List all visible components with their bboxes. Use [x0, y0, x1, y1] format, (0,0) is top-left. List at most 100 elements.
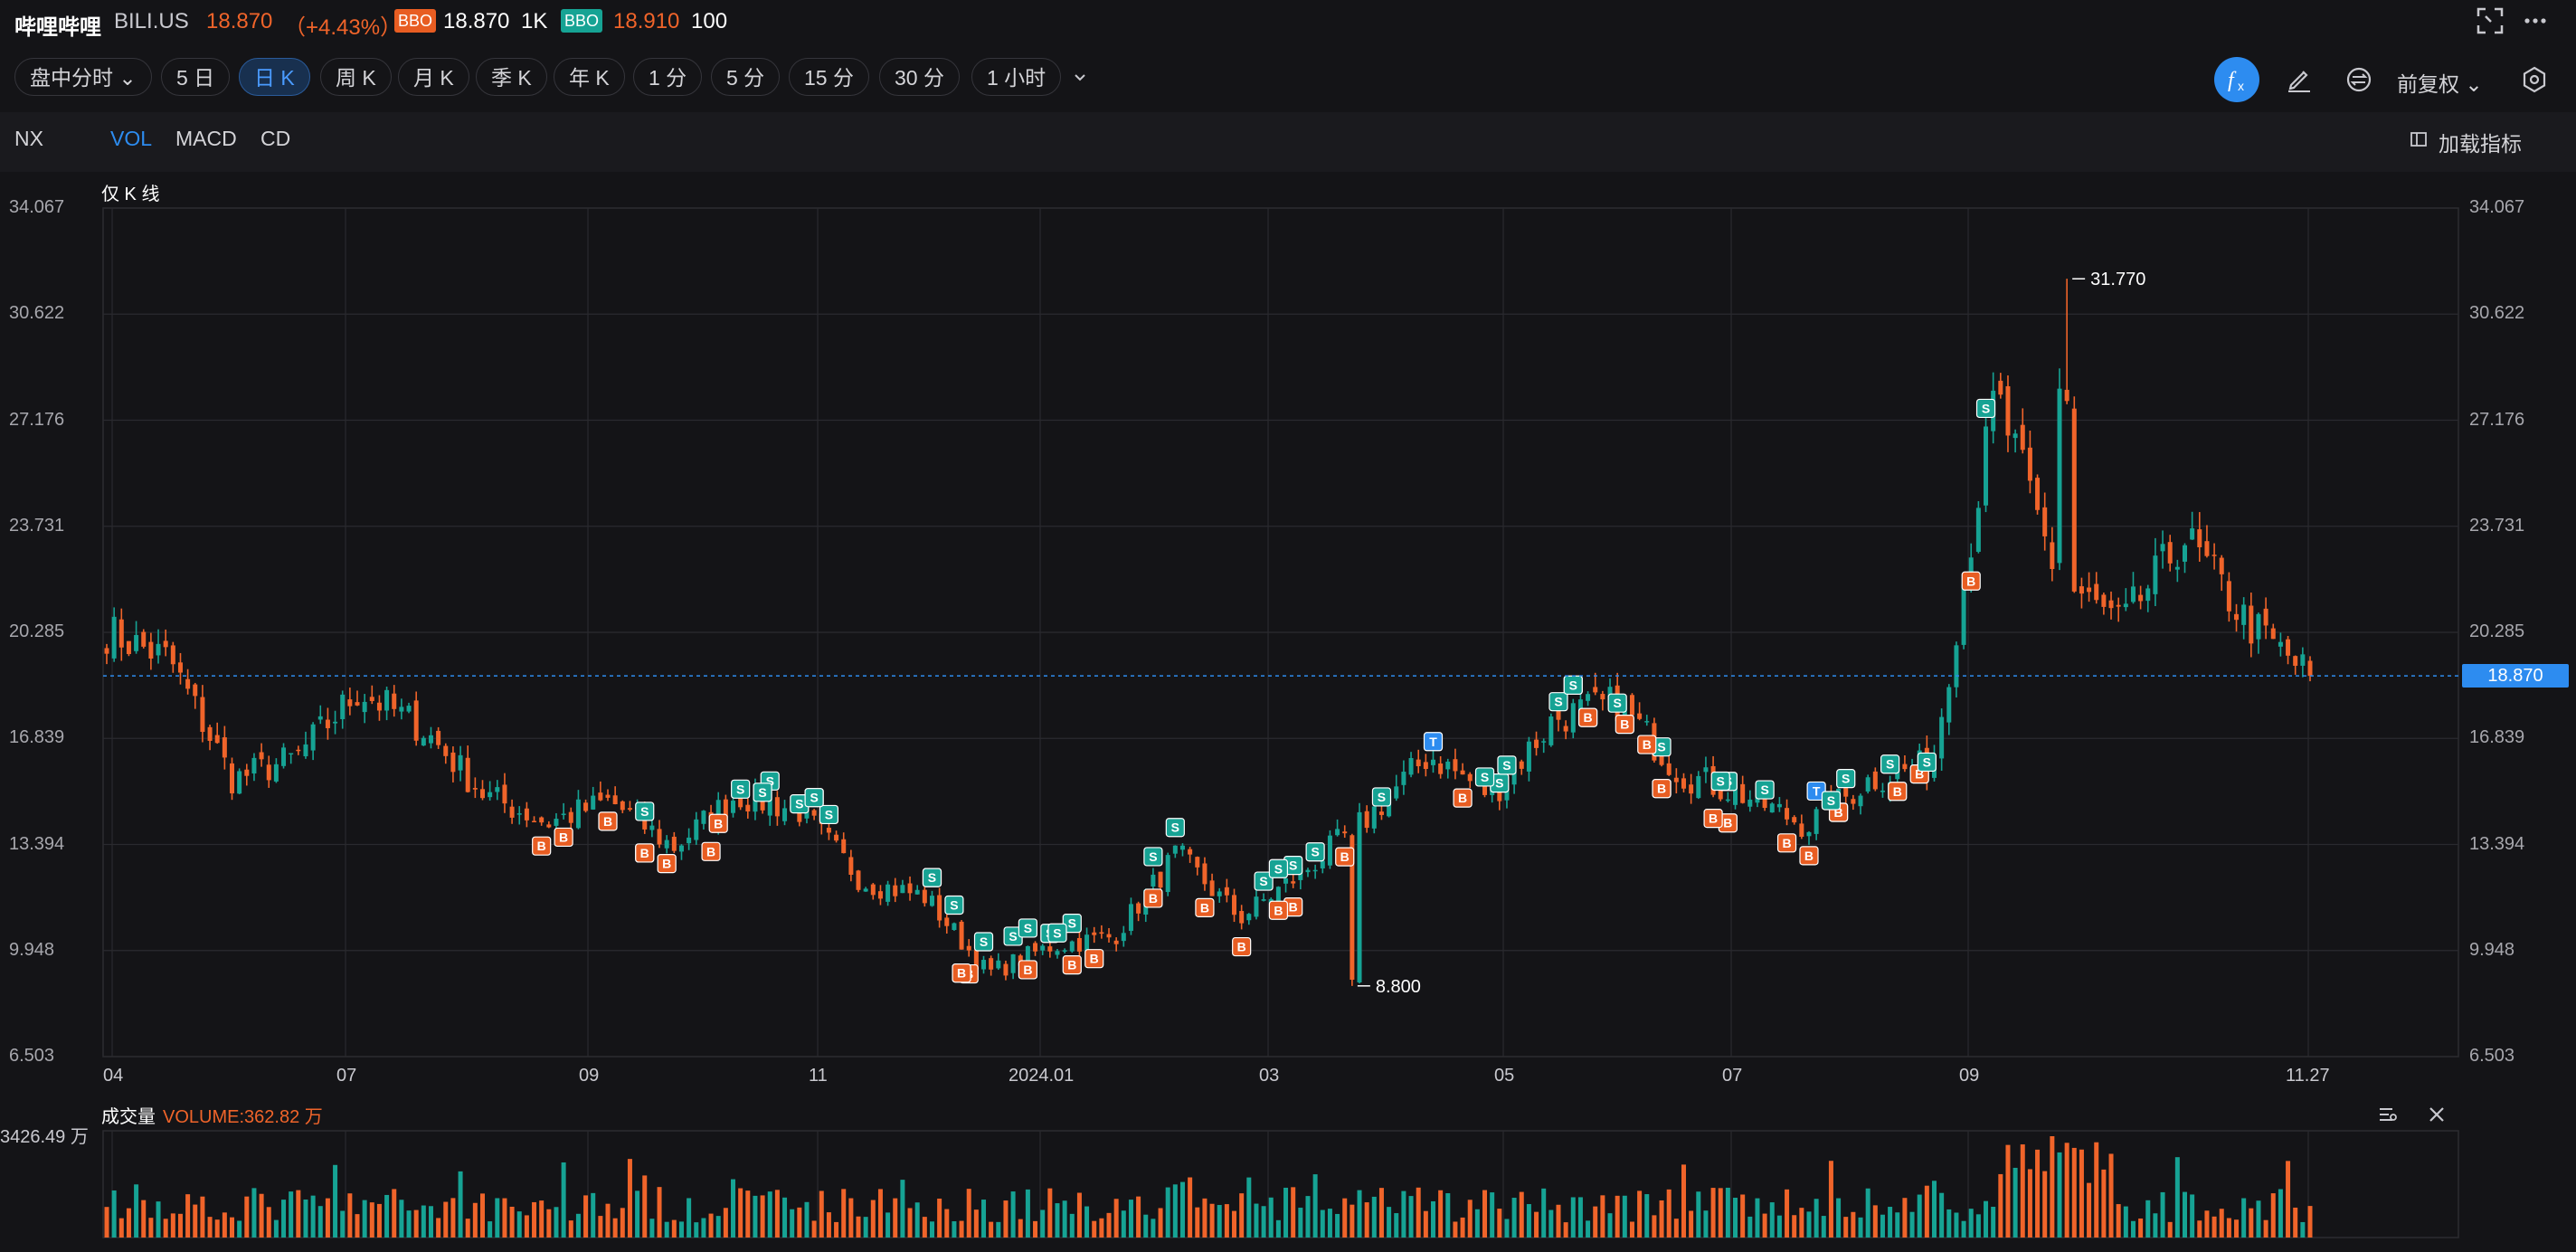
volume-bar: [399, 1200, 404, 1238]
candle-body: [421, 737, 426, 746]
volume-bar: [1312, 1174, 1318, 1238]
volume-bar: [2153, 1213, 2158, 1238]
candle-body: [1246, 914, 1252, 921]
candle-body: [2211, 555, 2217, 556]
candle-body: [310, 724, 316, 751]
svg-text:B: B: [1782, 836, 1791, 850]
volume-bar: [797, 1207, 802, 1238]
trade-marker-s: S: [1548, 692, 1568, 712]
trade-marker-b: B: [1637, 735, 1657, 754]
volume-bar: [745, 1190, 751, 1238]
volume-bar: [1998, 1173, 2003, 1238]
volume-bar: [1946, 1209, 1952, 1238]
volume-bar: [1814, 1199, 1819, 1238]
volume-bar: [502, 1198, 507, 1238]
candle-body: [384, 689, 390, 711]
candle-body: [2020, 424, 2025, 451]
price-tick-left: 20.285: [9, 621, 65, 641]
volume-bar: [104, 1207, 109, 1238]
svg-text:B: B: [1657, 782, 1666, 796]
svg-text:S: S: [1554, 695, 1562, 709]
candle-body: [126, 640, 131, 655]
volume-bar: [952, 1221, 957, 1238]
close-icon[interactable]: [2426, 1104, 2448, 1125]
volume-bar: [1733, 1198, 1738, 1238]
volume-bar: [1224, 1204, 1229, 1238]
date-tick: 03: [1259, 1066, 1280, 1086]
candle-body: [1357, 811, 1362, 983]
trade-marker-b: B: [1195, 897, 1215, 917]
candle-body: [1364, 811, 1369, 829]
candle-body: [1172, 845, 1178, 854]
volume-bar: [2234, 1219, 2240, 1238]
trade-marker-b: B: [1062, 955, 1082, 975]
candle-body: [1954, 645, 1959, 688]
volume-bar: [1378, 1188, 1384, 1238]
candle-body: [399, 707, 404, 712]
date-tick: 2024.01: [1009, 1066, 1075, 1086]
volume-bar: [2012, 1167, 2018, 1238]
candle-body: [281, 747, 287, 766]
volume-bar: [715, 1216, 721, 1238]
candle-body: [1880, 790, 1885, 792]
volume-bar: [1534, 1211, 1539, 1238]
volume-bar: [1586, 1220, 1591, 1238]
volume-bar: [1799, 1208, 1804, 1238]
volume-settings-icon[interactable]: [2377, 1104, 2399, 1125]
candle-body: [2249, 605, 2254, 644]
volume-bar: [1320, 1209, 1325, 1238]
volume-bar: [1172, 1184, 1178, 1238]
candle-body: [443, 745, 449, 756]
volume-bar: [1445, 1193, 1451, 1238]
volume-bar: [1556, 1204, 1561, 1238]
candle-body: [376, 702, 382, 711]
candle-body: [2064, 389, 2069, 402]
candle-body: [1740, 783, 1746, 803]
volume-bar: [1387, 1207, 1392, 1238]
candle-body: [1033, 943, 1038, 952]
candle-body: [2293, 656, 2298, 666]
volume-bar: [1931, 1181, 1937, 1238]
trade-marker-s: S: [753, 782, 772, 802]
volume-bar: [2219, 1209, 2224, 1238]
candle-body: [1865, 777, 1870, 792]
candle-body: [687, 837, 692, 844]
candle-body: [1792, 817, 1797, 823]
volume-bar: [2197, 1220, 2202, 1238]
candlestick-chart[interactable]: SBBSSSSBBSSBSSSBSSBSSSSTSSBSSBSSSSBSBBBB…: [0, 0, 2576, 1252]
candle-body: [1188, 849, 1193, 855]
candle-body: [1371, 806, 1377, 829]
volume-bar: [1673, 1219, 1679, 1238]
price-tick-right: 20.285: [2469, 621, 2525, 641]
volume-bar: [1511, 1198, 1517, 1238]
volume-bar: [428, 1206, 433, 1238]
candle-body: [1076, 937, 1082, 952]
volume-bar: [2094, 1142, 2099, 1238]
candle-body: [303, 744, 308, 757]
volume-bar: [1010, 1191, 1016, 1238]
candle-body: [259, 752, 264, 760]
svg-text:B: B: [1340, 849, 1350, 864]
volume-title: 成交量: [101, 1107, 156, 1127]
svg-text:B: B: [1723, 816, 1732, 830]
volume-bar: [678, 1221, 684, 1238]
volume-bar: [1357, 1190, 1362, 1238]
candle-body: [2153, 555, 2158, 594]
candle-body: [1378, 811, 1384, 815]
candle-body: [2174, 566, 2180, 570]
trade-marker-s: S: [1497, 755, 1517, 775]
volume-bar: [708, 1213, 714, 1238]
volume-bar: [259, 1193, 264, 1238]
volume-bar: [2293, 1207, 2298, 1238]
price-tick-left: 30.622: [9, 303, 65, 324]
volume-bar: [2027, 1169, 2032, 1238]
volume-bar: [450, 1198, 456, 1238]
volume-bar: [591, 1192, 596, 1238]
candle-body: [163, 640, 168, 648]
volume-bar: [1593, 1206, 1598, 1238]
svg-text:B: B: [957, 966, 966, 981]
volume-bar: [465, 1219, 470, 1238]
candle-body: [244, 769, 250, 776]
candle-body: [480, 789, 486, 799]
volume-bar: [575, 1213, 581, 1238]
